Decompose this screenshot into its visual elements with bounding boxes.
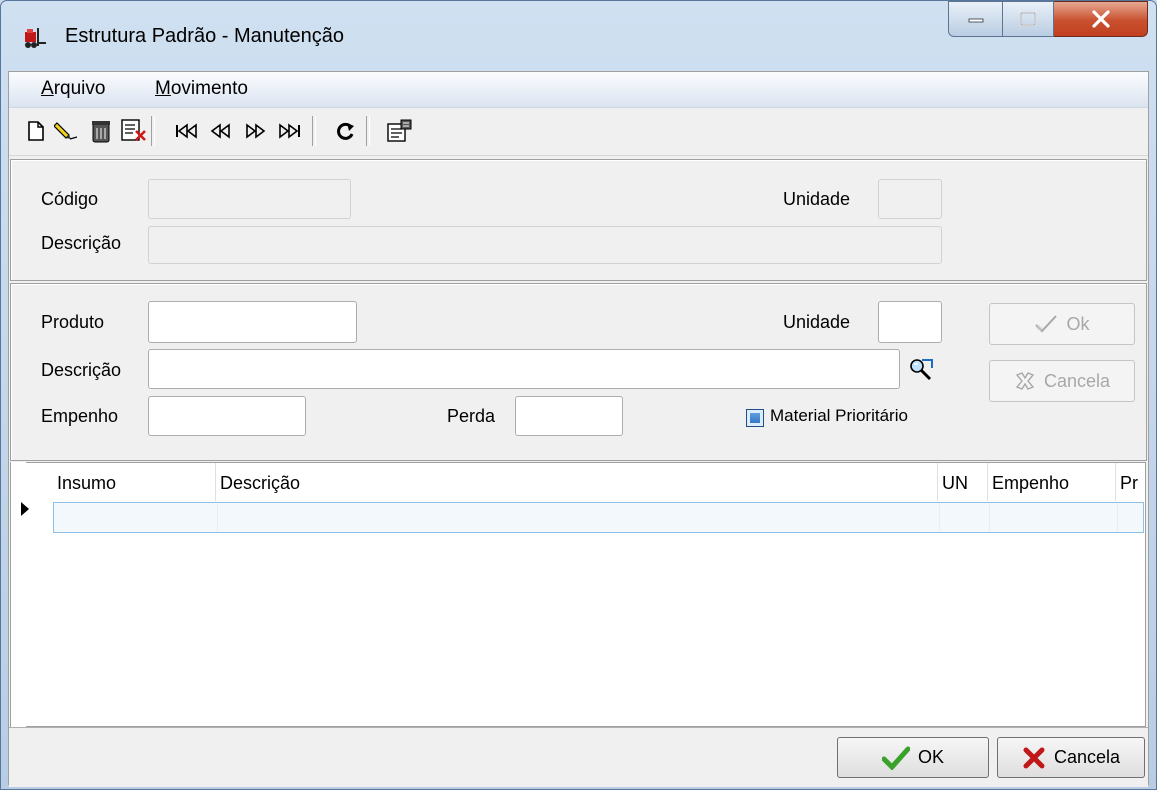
menu-arquivo[interactable]: Arquivo [41, 78, 105, 100]
material-prioritario-label: Material Prioritário [770, 406, 908, 425]
header-descricao-input[interactable] [149, 227, 941, 263]
window-title: Estrutura Padrão - Manutenção [65, 25, 345, 47]
search-binoculars-icon[interactable] [908, 356, 934, 382]
empenho-label: Empenho [41, 406, 119, 426]
menu-arquivo-accel: A [41, 78, 54, 99]
last-record-icon[interactable] [276, 118, 302, 144]
print-preview-icon[interactable] [121, 118, 147, 144]
item-unidade-input[interactable] [879, 302, 941, 342]
item-cancela-label: Cancela [1043, 370, 1111, 391]
ok-label: OK [917, 747, 944, 767]
maximize-button[interactable] [1003, 1, 1054, 37]
menu-movimento[interactable]: Movimento [155, 78, 248, 100]
cell-un[interactable] [939, 503, 990, 532]
codigo-field[interactable] [148, 179, 351, 219]
header-descricao-label: Descrição [41, 233, 122, 253]
item-panel: Produto Unidade Descrição Empenho Perda … [10, 283, 1147, 461]
empenho-input[interactable] [149, 397, 305, 435]
first-record-icon[interactable] [174, 118, 200, 144]
item-ok-label: Ok [1066, 313, 1090, 334]
col-empenho[interactable]: Empenho [988, 463, 1116, 501]
perda-field[interactable] [515, 396, 623, 436]
header-unidade-field[interactable] [878, 179, 942, 219]
col-un[interactable]: UN [938, 463, 988, 501]
col-pr[interactable]: Pr [1116, 463, 1144, 501]
item-unidade-field[interactable] [878, 301, 942, 343]
item-unidade-label: Unidade [783, 312, 851, 332]
menu-movimento-label: ovimento [170, 78, 248, 99]
title-bar[interactable]: Estrutura Padrão - Manutenção [1, 1, 1156, 71]
insumos-grid[interactable]: Insumo Descrição UN Empenho Pr [26, 462, 1146, 727]
row-indicator-icon [21, 502, 29, 516]
x-icon [1023, 747, 1045, 768]
cell-descricao[interactable] [217, 503, 940, 532]
new-document-icon[interactable] [23, 118, 49, 144]
cell-insumo[interactable] [54, 503, 218, 532]
check-icon [881, 746, 910, 770]
item-descricao-label: Descrição [41, 360, 122, 380]
close-button[interactable] [1054, 1, 1148, 37]
cell-empenho[interactable] [989, 503, 1118, 532]
toolbar-separator [151, 116, 155, 146]
menu-arquivo-label: rquivo [53, 78, 106, 99]
menu-bar: Arquivo Movimento [9, 72, 1148, 108]
toolbar [9, 108, 1148, 156]
ok-button[interactable]: OK [837, 737, 989, 778]
edit-pencil-icon[interactable] [53, 118, 79, 144]
header-descricao-field[interactable] [148, 226, 942, 264]
perda-label: Perda [447, 406, 496, 426]
produto-input[interactable] [149, 302, 356, 342]
properties-icon[interactable] [387, 118, 413, 144]
item-descricao-field[interactable] [148, 349, 900, 389]
table-row[interactable] [53, 502, 1144, 533]
col-descricao[interactable]: Descrição [216, 463, 938, 501]
perda-input[interactable] [516, 397, 622, 435]
delete-trash-icon[interactable] [88, 118, 114, 144]
minimize-button[interactable] [948, 1, 1003, 37]
close-icon [1091, 10, 1110, 28]
x-icon [1015, 372, 1035, 390]
codigo-label: Código [41, 189, 99, 209]
check-icon [1035, 315, 1058, 333]
maximize-icon [1020, 12, 1036, 26]
next-record-icon[interactable] [242, 118, 268, 144]
menu-movimento-accel: M [155, 78, 171, 99]
item-descricao-input[interactable] [149, 350, 899, 388]
grid-header: Insumo Descrição UN Empenho Pr [26, 463, 1145, 501]
col-insumo[interactable]: Insumo [53, 463, 216, 501]
previous-record-icon[interactable] [208, 118, 234, 144]
produto-label: Produto [41, 312, 105, 332]
item-ok-button[interactable]: Ok [989, 303, 1135, 345]
empenho-field[interactable] [148, 396, 306, 436]
cancela-label: Cancela [1053, 747, 1121, 767]
app-forklift-icon [23, 26, 47, 50]
header-unidade-label: Unidade [783, 189, 851, 209]
material-prioritario-checkbox[interactable] [746, 409, 764, 427]
codigo-input[interactable] [149, 180, 350, 218]
header-panel: Código Unidade Descrição [10, 159, 1147, 281]
toolbar-separator [366, 116, 370, 146]
main-window: Estrutura Padrão - Manutenção Arquivo Mo… [0, 0, 1157, 790]
produto-field[interactable] [148, 301, 357, 343]
item-cancela-button[interactable]: Cancela [989, 360, 1135, 402]
client-area: Arquivo Movimento Código Unidade Descriç… [8, 71, 1149, 787]
minimize-icon [968, 18, 983, 23]
header-unidade-input[interactable] [879, 180, 941, 218]
footer-bar: OK Cancela [9, 727, 1148, 787]
cancela-button[interactable]: Cancela [997, 737, 1145, 778]
toolbar-separator [312, 116, 316, 146]
refresh-icon[interactable] [333, 118, 359, 144]
